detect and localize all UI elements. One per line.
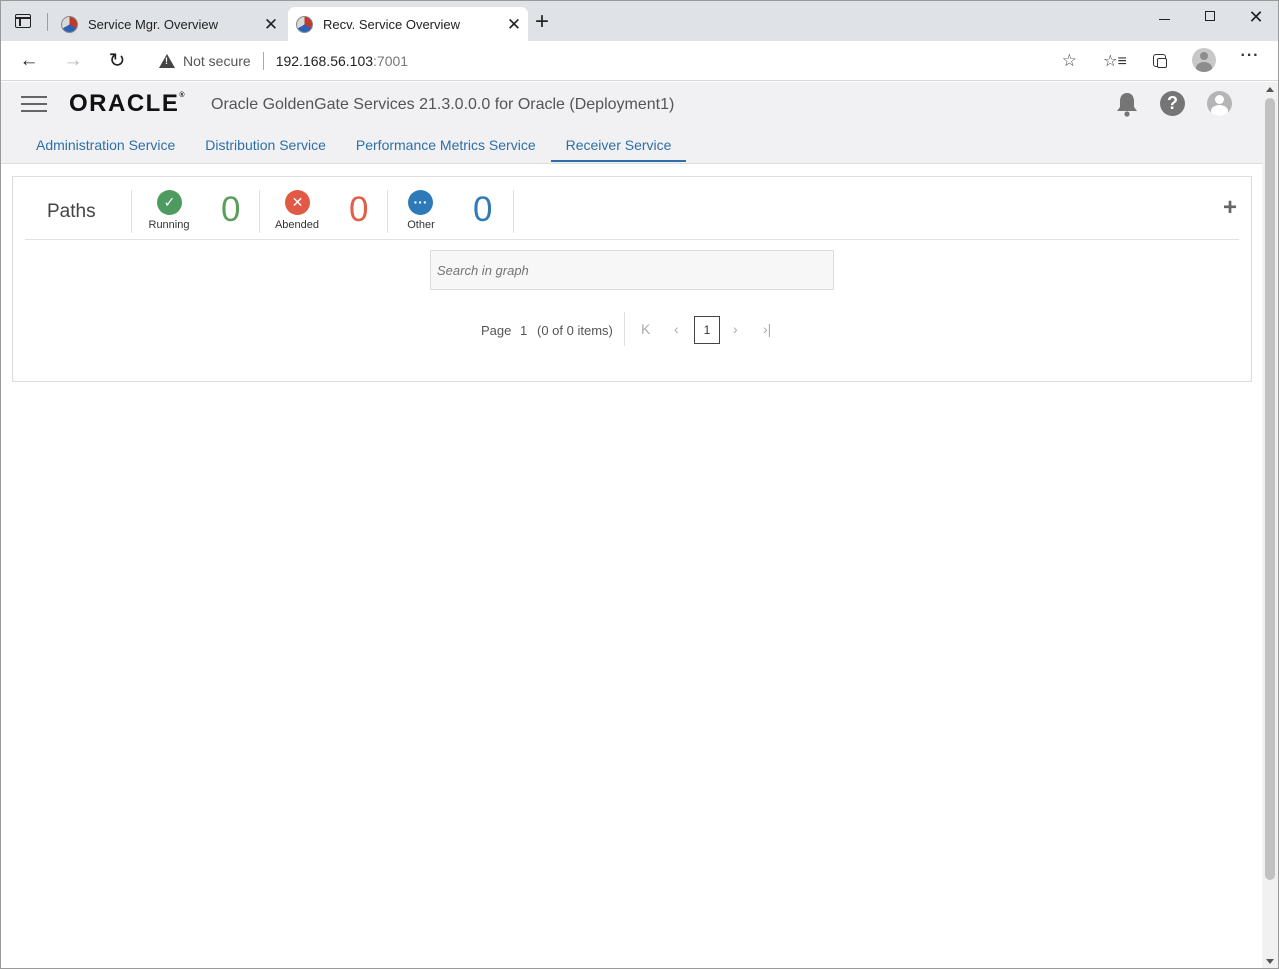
current-page-button[interactable]: 1: [694, 316, 720, 344]
new-tab-plus-icon[interactable]: +: [535, 10, 549, 34]
profile-avatar-icon[interactable]: [1192, 48, 1216, 72]
oracle-favicon-icon: [61, 15, 78, 33]
tab-separator: [47, 13, 48, 31]
paths-card: Paths ✓ Running 0 ✕ Abended 0 ··· Other …: [12, 176, 1252, 382]
forward-arrow-icon[interactable]: →: [59, 49, 87, 73]
tab-strip: Service Mgr. Overview ✕ Recv. Service Ov…: [1, 1, 1278, 41]
other-label: Other: [407, 219, 435, 231]
collections-icon[interactable]: [1147, 51, 1171, 71]
scroll-thumb[interactable]: [1265, 98, 1275, 880]
tab-actions-icon[interactable]: [15, 14, 31, 28]
app-header: ORACLE® Oracle GoldenGate Services 21.3.…: [1, 82, 1262, 164]
logo-text: ORACLE: [69, 90, 180, 117]
window-close-button[interactable]: ✕: [1233, 7, 1278, 29]
divider: [513, 190, 514, 233]
tab-close-icon[interactable]: ✕: [500, 16, 528, 33]
warning-icon: [159, 54, 175, 68]
pager-divider: [624, 312, 625, 346]
oracle-favicon-icon: [296, 15, 313, 33]
divider: [131, 190, 132, 233]
address-separator: [262, 52, 264, 70]
page-items-count: (0 of 0 items): [537, 323, 613, 338]
divider: [259, 190, 260, 233]
first-page-icon[interactable]: K: [641, 321, 650, 337]
paths-heading: Paths: [47, 201, 96, 222]
hamburger-menu-icon[interactable]: [21, 96, 47, 112]
tab-title: Service Mgr. Overview: [88, 16, 219, 32]
last-page-icon[interactable]: ›|: [763, 321, 771, 337]
paths-stats-row: Paths ✓ Running 0 ✕ Abended 0 ··· Other …: [25, 187, 1239, 240]
abended-label: Abended: [274, 219, 320, 231]
service-tabs: Administration Service Distribution Serv…: [21, 133, 687, 164]
scroll-up-arrow-icon[interactable]: [1266, 87, 1274, 92]
abended-count: 0: [349, 190, 369, 229]
tab-administration-service[interactable]: Administration Service: [21, 133, 190, 162]
browser-window: Service Mgr. Overview ✕ Recv. Service Ov…: [0, 0, 1279, 969]
tab-close-icon[interactable]: ✕: [257, 16, 285, 33]
page-label: Page: [481, 323, 512, 338]
reload-icon[interactable]: ↻: [103, 49, 131, 73]
app-title: Oracle GoldenGate Services 21.3.0.0.0 fo…: [211, 96, 675, 113]
tab-title: Recv. Service Overview: [323, 16, 461, 32]
browser-toolbar: ← → ↻ Not secure 192.168.56.103:7001 ☆ ☆…: [1, 41, 1278, 81]
browser-tab-service-mgr[interactable]: Service Mgr. Overview ✕: [53, 7, 285, 41]
back-arrow-icon[interactable]: ←: [15, 49, 43, 73]
favorites-icon[interactable]: ☆≡: [1103, 51, 1127, 71]
tab-distribution-service[interactable]: Distribution Service: [190, 133, 341, 162]
tab-receiver-service[interactable]: Receiver Service: [550, 133, 687, 162]
running-check-icon[interactable]: ✓: [157, 190, 182, 215]
other-ellipsis-icon[interactable]: ···: [408, 190, 433, 215]
scroll-down-arrow-icon[interactable]: [1266, 959, 1274, 964]
oracle-logo: ORACLE®: [69, 90, 186, 118]
logo-mark: ®: [179, 92, 187, 99]
tab-performance-metrics-service[interactable]: Performance Metrics Service: [341, 133, 551, 162]
more-menu-icon[interactable]: ···: [1238, 47, 1262, 67]
other-count: 0: [473, 190, 493, 229]
address-bar[interactable]: Not secure 192.168.56.103:7001 ☆: [147, 46, 1091, 76]
running-count: 0: [221, 190, 241, 229]
maximize-button[interactable]: [1187, 7, 1233, 29]
help-icon[interactable]: ?: [1160, 91, 1185, 116]
page-number: 1: [520, 323, 528, 338]
security-status[interactable]: Not secure: [183, 53, 251, 69]
notifications-bell-icon[interactable]: [1115, 91, 1139, 117]
running-label: Running: [148, 219, 190, 231]
page-scrollbar[interactable]: [1262, 82, 1278, 968]
add-favorite-star-icon[interactable]: ☆: [1062, 51, 1077, 71]
previous-page-icon[interactable]: ‹: [674, 321, 679, 337]
search-graph-input[interactable]: [430, 250, 834, 290]
url-port: :7001: [373, 53, 409, 69]
abended-x-icon[interactable]: ✕: [285, 190, 310, 215]
user-avatar-icon[interactable]: [1207, 91, 1232, 116]
next-page-icon[interactable]: ›: [733, 321, 738, 337]
add-path-plus-icon[interactable]: +: [1223, 196, 1237, 220]
minimize-button[interactable]: [1141, 7, 1187, 29]
browser-tab-recv-service[interactable]: Recv. Service Overview ✕: [288, 7, 528, 41]
url-host: 192.168.56.103: [275, 53, 374, 69]
